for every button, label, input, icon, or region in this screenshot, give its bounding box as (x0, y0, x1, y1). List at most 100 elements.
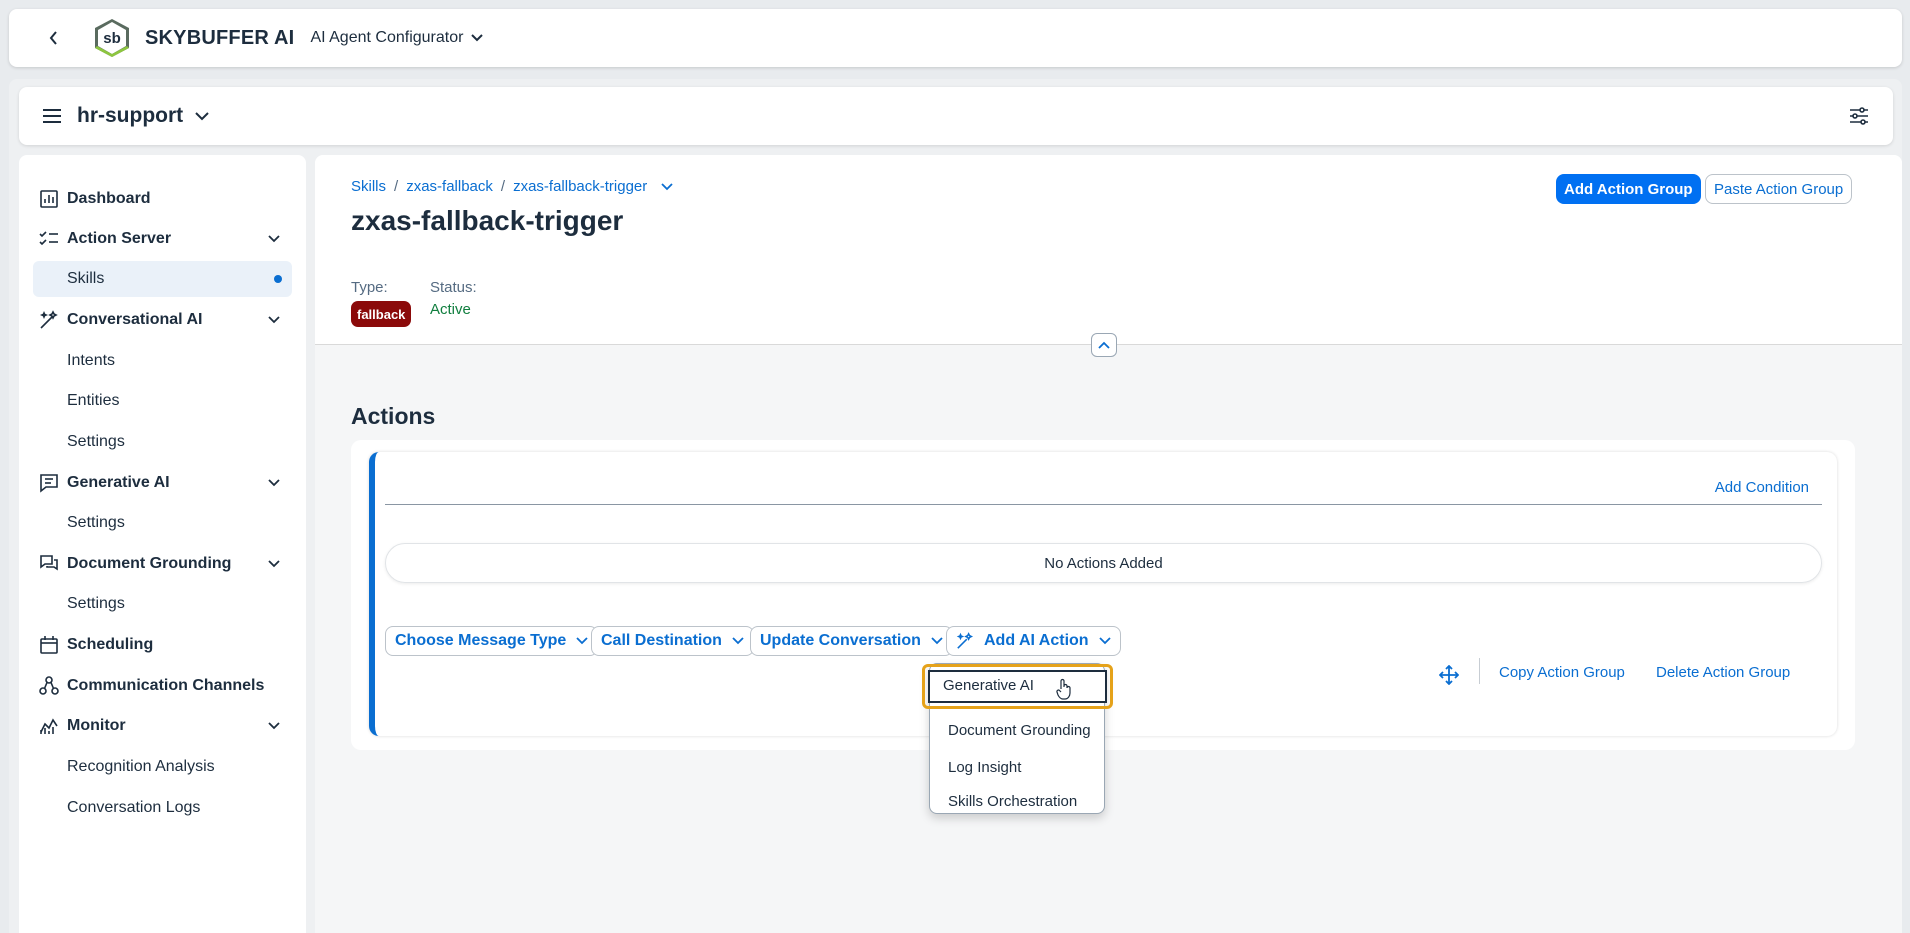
breadcrumb-separator: / (394, 178, 399, 195)
menu-item-generative-ai[interactable]: Generative AI (928, 670, 1107, 703)
sidebar-item-label: Settings (67, 595, 125, 612)
button-label: Update Conversation (760, 632, 921, 649)
project-name: hr-support (77, 104, 184, 127)
product-switcher[interactable]: AI Agent Configurator (310, 29, 484, 47)
delete-action-group-link[interactable]: Delete Action Group (1656, 664, 1790, 681)
add-ai-action-button[interactable]: Add AI Action (946, 626, 1121, 656)
sidebar-item-monitor[interactable]: Monitor (19, 708, 306, 744)
type-label: Type: (351, 279, 388, 296)
sidebar-item-intents[interactable]: Intents (19, 343, 306, 379)
network-icon (38, 675, 60, 697)
sidebar-item-conversation-logs[interactable]: Conversation Logs (19, 790, 306, 826)
chevron-down-icon[interactable] (268, 560, 280, 568)
sidebar-item-label: Entities (67, 392, 120, 409)
breadcrumb-zxas-fallback[interactable]: zxas-fallback (406, 178, 493, 195)
sidebar-item-document-grounding[interactable]: Document Grounding (19, 546, 306, 582)
project-chevron-down-icon[interactable] (195, 111, 209, 121)
move-icon[interactable] (1439, 665, 1459, 685)
sidebar-item-generative-settings[interactable]: Settings (19, 505, 306, 541)
back-button[interactable] (39, 23, 69, 53)
sidebar-item-label: Dashboard (67, 190, 151, 207)
sidebar-item-scheduling[interactable]: Scheduling (19, 627, 306, 663)
ai-sparkle-icon (956, 632, 974, 649)
sidebar-item-label: Generative AI (67, 474, 170, 491)
sidebar-item-label: Action Server (67, 230, 172, 247)
sidebar-item-label: Communication Channels (67, 677, 265, 694)
skybuffer-logo: sb (95, 19, 129, 57)
sidebar-item-skills[interactable]: Skills (33, 261, 292, 297)
selected-indicator (274, 275, 282, 283)
update-conversation-button[interactable]: Update Conversation (750, 626, 953, 656)
chevron-down-icon[interactable] (268, 479, 280, 487)
sidebar-item-conversational-settings[interactable]: Settings (19, 424, 306, 460)
actions-heading: Actions (351, 403, 436, 429)
sidebar-item-entities[interactable]: Entities (19, 383, 306, 419)
svg-text:sb: sb (103, 30, 121, 47)
menu-item-skills-orchestration[interactable]: Skills Orchestration (948, 793, 1077, 810)
chevron-down-icon (732, 637, 744, 645)
choose-message-type-button[interactable]: Choose Message Type (385, 626, 599, 656)
sidebar-item-label: Intents (67, 352, 116, 369)
sidebar-item-label: Monitor (67, 717, 126, 734)
sidebar-item-dashboard[interactable]: Dashboard (19, 181, 306, 217)
menu-icon[interactable] (43, 105, 61, 127)
breadcrumb-current[interactable]: zxas-fallback-trigger (513, 178, 647, 195)
sidebar: Dashboard Action Server Skills Conversat… (19, 155, 306, 933)
chevron-down-icon[interactable] (268, 316, 280, 324)
separator (1479, 658, 1480, 684)
calendar-icon (38, 634, 60, 656)
conversation-icon (38, 553, 60, 575)
project-header: hr-support (19, 87, 1893, 145)
menu-item-log-insight[interactable]: Log Insight (948, 759, 1021, 776)
sidebar-item-label: Conversational AI (67, 311, 203, 328)
menu-item-label: Generative AI (943, 677, 1034, 694)
status-value: Active (430, 301, 471, 318)
chevron-down-icon (1098, 637, 1111, 645)
chevron-down-icon[interactable] (661, 182, 673, 191)
chevron-down-icon (471, 34, 484, 42)
sidebar-item-label: Skills (67, 270, 105, 287)
sidebar-item-label: Scheduling (67, 636, 154, 653)
type-badge: fallback (351, 301, 412, 327)
chevron-down-icon[interactable] (268, 722, 280, 730)
chevron-up-icon (1098, 341, 1110, 349)
sidebar-item-label: Settings (67, 433, 125, 450)
call-destination-button[interactable]: Call Destination (591, 626, 754, 656)
collapse-header-button[interactable] (1091, 333, 1117, 357)
empty-actions-message: No Actions Added (385, 543, 1822, 583)
settings-sliders-icon[interactable] (1849, 107, 1869, 125)
dashboard-icon (38, 188, 60, 210)
hand-cursor-icon (1056, 678, 1071, 700)
sidebar-item-conversational-ai[interactable]: Conversational AI (19, 302, 306, 338)
breadcrumb: Skills / zxas-fallback / zxas-fallback-t… (351, 178, 673, 195)
magic-wand-icon (38, 309, 60, 331)
chevron-down-icon[interactable] (268, 235, 280, 243)
button-label: Choose Message Type (395, 632, 567, 649)
button-label: Call Destination (601, 632, 722, 649)
add-action-group-button[interactable]: Add Action Group (1556, 174, 1701, 204)
line-chart-icon (38, 715, 60, 737)
chevron-down-icon (931, 637, 943, 645)
breadcrumb-skills[interactable]: Skills (351, 178, 386, 195)
sidebar-item-recognition-analysis[interactable]: Recognition Analysis (19, 749, 306, 785)
menu-item-document-grounding[interactable]: Document Grounding (948, 722, 1091, 739)
copy-action-group-link[interactable]: Copy Action Group (1499, 664, 1625, 681)
main-content: Skills / zxas-fallback / zxas-fallback-t… (315, 155, 1902, 933)
sidebar-item-action-server[interactable]: Action Server (19, 221, 306, 257)
chevron-left-icon (49, 31, 57, 45)
shell-bar: sb SKYBUFFER AI AI Agent Configurator (9, 9, 1902, 67)
paste-action-group-button[interactable]: Paste Action Group (1705, 174, 1853, 204)
add-condition-link[interactable]: Add Condition (1715, 479, 1809, 496)
sidebar-item-document-settings[interactable]: Settings (19, 586, 306, 622)
chat-lines-icon (38, 472, 60, 494)
chevron-down-icon (576, 637, 588, 645)
sidebar-item-label: Document Grounding (67, 555, 232, 572)
sidebar-item-generative-ai[interactable]: Generative AI (19, 465, 306, 501)
status-label: Status: (430, 279, 477, 296)
menu-focus-outline: Generative AI (922, 664, 1113, 709)
sidebar-item-communication-channels[interactable]: Communication Channels (19, 668, 306, 704)
brand-name: SKYBUFFER AI (145, 26, 295, 49)
product-name: AI Agent Configurator (310, 29, 464, 46)
divider (385, 504, 1822, 505)
checklist-icon (38, 228, 60, 250)
